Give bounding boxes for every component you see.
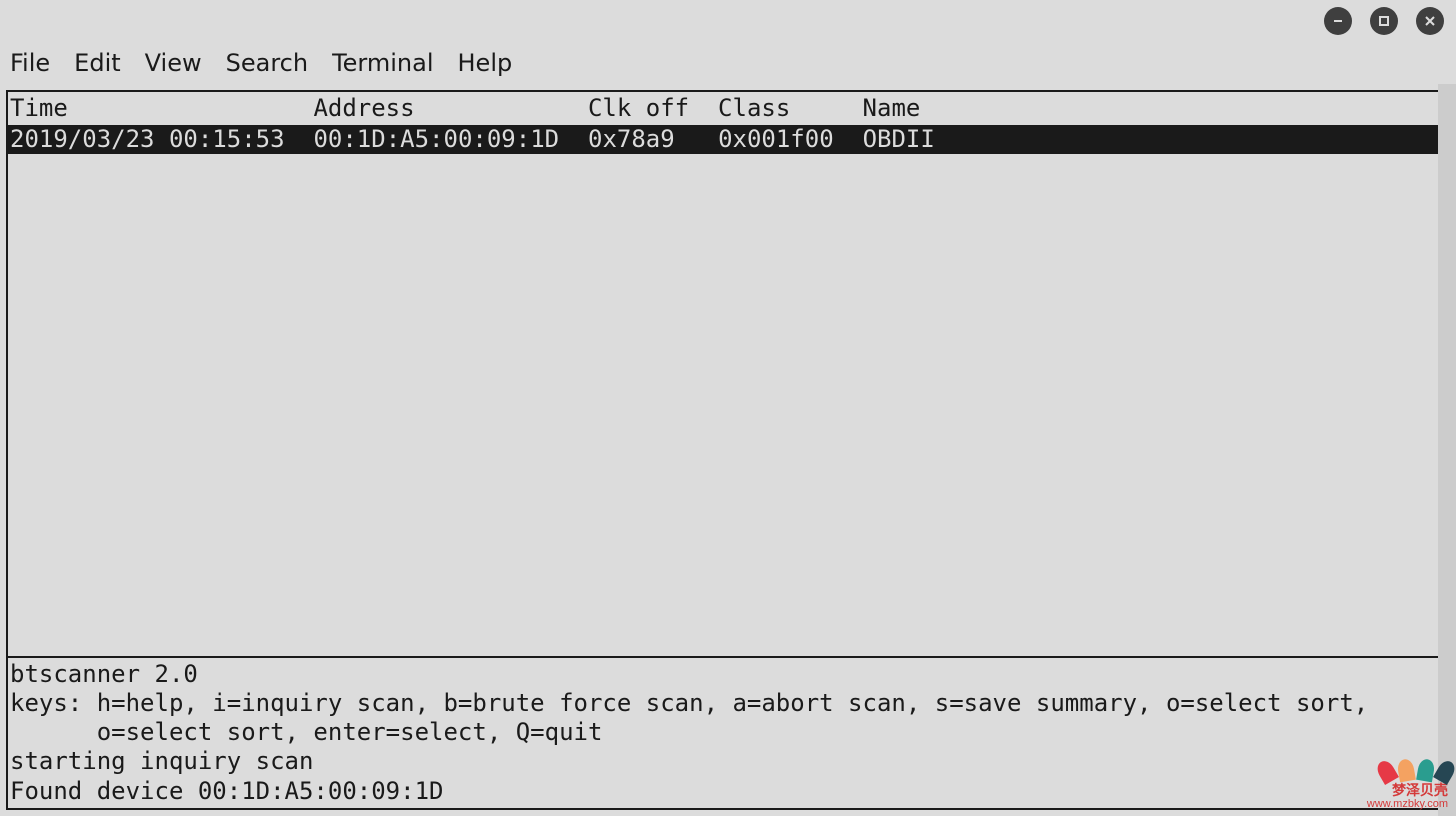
status-line-version: btscanner 2.0: [10, 660, 198, 688]
col-time: Time: [10, 94, 68, 122]
col-clkoff: Clk off: [588, 94, 689, 122]
cell-class: 0x001f00: [718, 125, 834, 153]
menu-search[interactable]: Search: [226, 49, 308, 77]
cell-name: OBDII: [863, 125, 935, 153]
titlebar: [0, 0, 1456, 42]
menu-edit[interactable]: Edit: [74, 49, 120, 77]
menubar: File Edit View Search Terminal Help: [0, 42, 1456, 84]
minimize-icon: [1331, 14, 1345, 28]
watermark-text2: www.mzbky.com: [1367, 798, 1448, 810]
watermark: 梦泽贝壳 www.mzbky.com: [1367, 759, 1448, 810]
close-button[interactable]: [1416, 7, 1444, 35]
cell-clkoff: 0x78a9: [588, 125, 675, 153]
close-icon: [1423, 14, 1437, 28]
menu-terminal[interactable]: Terminal: [332, 49, 433, 77]
terminal-body[interactable]: Time Address Clk off Class Name 2019/03/…: [0, 84, 1456, 816]
col-name: Name: [863, 94, 921, 122]
watermark-logo-icon: [1367, 759, 1448, 781]
status-line-keys1: keys: h=help, i=inquiry scan, b=brute fo…: [10, 689, 1368, 717]
device-list-panel: Time Address Clk off Class Name 2019/03/…: [6, 90, 1450, 658]
cell-address: 00:1D:A5:00:09:1D: [313, 125, 559, 153]
scrollbar[interactable]: [1438, 84, 1456, 816]
status-panel: btscanner 2.0 keys: h=help, i=inquiry sc…: [6, 658, 1450, 810]
status-line-found: Found device 00:1D:A5:00:09:1D: [10, 777, 443, 805]
minimize-button[interactable]: [1324, 7, 1352, 35]
cell-time: 2019/03/23 00:15:53: [10, 125, 285, 153]
col-class: Class: [718, 94, 790, 122]
menu-view[interactable]: View: [145, 49, 202, 77]
col-address: Address: [313, 94, 414, 122]
table-header-row: Time Address Clk off Class Name: [8, 92, 1448, 125]
maximize-button[interactable]: [1370, 7, 1398, 35]
table-row[interactable]: 2019/03/23 00:15:53 00:1D:A5:00:09:1D 0x…: [8, 125, 1448, 154]
status-line-action: starting inquiry scan: [10, 747, 313, 775]
status-line-keys2: o=select sort, enter=select, Q=quit: [10, 718, 602, 746]
menu-help[interactable]: Help: [458, 49, 513, 77]
watermark-text1: 梦泽贝壳: [1367, 783, 1448, 798]
menu-file[interactable]: File: [10, 49, 50, 77]
maximize-icon: [1377, 14, 1391, 28]
